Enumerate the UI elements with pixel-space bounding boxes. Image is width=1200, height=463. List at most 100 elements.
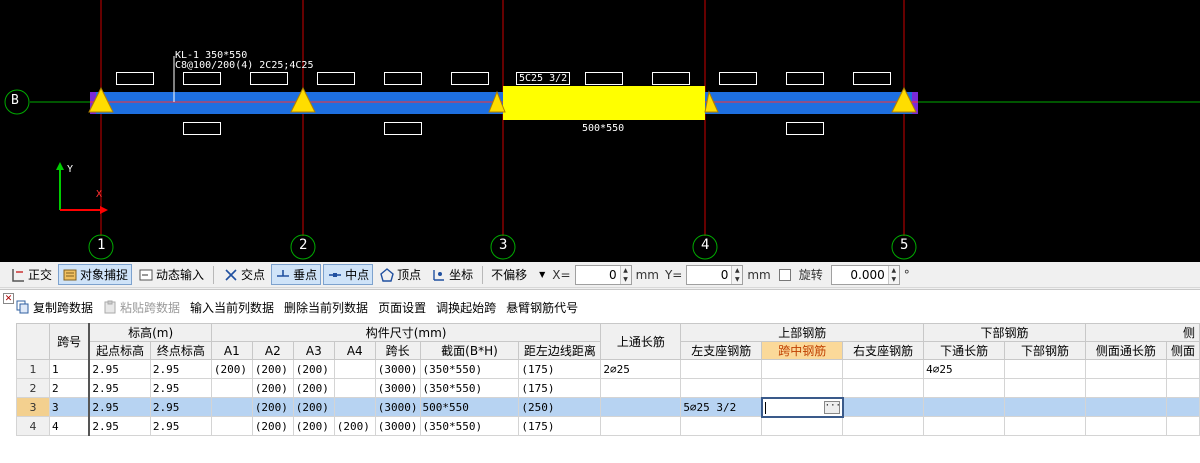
cell-right-support[interactable] bbox=[842, 397, 925, 417]
cell-left-support[interactable]: 5⌀25 3/2 bbox=[680, 397, 763, 417]
input-current-col-button[interactable]: 输入当前列数据 bbox=[190, 299, 274, 316]
col-header-span-length[interactable]: 跨长 bbox=[374, 341, 421, 360]
cell-dist-left[interactable]: (175) bbox=[518, 378, 602, 398]
rebar-box-top[interactable] bbox=[384, 72, 422, 85]
cell-left-support[interactable] bbox=[680, 416, 763, 436]
rotate-input[interactable] bbox=[831, 265, 888, 284]
cell-mid-span[interactable] bbox=[761, 416, 844, 436]
cell-top-through[interactable] bbox=[600, 416, 682, 436]
col-header-bottom-bar[interactable]: 下部钢筋 bbox=[1004, 341, 1086, 360]
cell-a1[interactable] bbox=[210, 378, 253, 398]
row-index[interactable]: 2 bbox=[16, 378, 50, 398]
col-header-top-through[interactable]: 上通长筋 bbox=[600, 323, 682, 360]
cell-dist-left[interactable]: (175) bbox=[518, 359, 602, 379]
cell-dist-left[interactable]: (175) bbox=[518, 416, 602, 436]
col-header-mid-span[interactable]: 跨中钢筋 bbox=[761, 341, 844, 360]
vertex-snap-button[interactable]: 顶点 bbox=[375, 264, 425, 285]
rebar-box-bottom[interactable] bbox=[183, 122, 221, 135]
cell-span[interactable]: 4 bbox=[48, 416, 90, 436]
cell-top-through[interactable]: 2⌀25 bbox=[600, 359, 682, 379]
cell-start-elev[interactable]: 2.95 bbox=[88, 397, 151, 417]
col-header-bottom-through[interactable]: 下通长筋 bbox=[923, 341, 1006, 360]
cell-a3[interactable]: (200) bbox=[292, 378, 335, 398]
col-header-section[interactable]: 截面(B*H) bbox=[419, 341, 520, 360]
rebar-box-bottom[interactable] bbox=[384, 122, 422, 135]
cell-end-elev[interactable]: 2.95 bbox=[149, 397, 212, 417]
swap-start-span-button[interactable]: 调换起始跨 bbox=[436, 299, 496, 316]
table-row[interactable]: 4 4 2.95 2.95 (200) (200) (200) (3000) (… bbox=[16, 416, 1200, 436]
rebar-box-top[interactable] bbox=[585, 72, 623, 85]
y-offset-input[interactable] bbox=[687, 265, 732, 284]
cell-top-through[interactable] bbox=[600, 397, 682, 417]
cell-start-elev[interactable]: 2.95 bbox=[88, 378, 151, 398]
cell-bottom-through[interactable] bbox=[923, 397, 1006, 417]
row-index[interactable]: 3 bbox=[16, 397, 50, 417]
x-offset-spinner[interactable]: ▲▼ bbox=[574, 264, 632, 285]
cell-section[interactable]: 500*550 bbox=[419, 397, 520, 417]
col-header-right-support[interactable]: 右支座钢筋 bbox=[842, 341, 925, 360]
rebar-box-top[interactable] bbox=[719, 72, 757, 85]
cell-span[interactable]: 1 bbox=[48, 359, 90, 379]
cell-a4[interactable] bbox=[333, 378, 376, 398]
cell-a1[interactable]: (200) bbox=[210, 359, 253, 379]
col-header-left-support[interactable]: 左支座钢筋 bbox=[680, 341, 763, 360]
cell-section[interactable]: (350*550) bbox=[419, 378, 520, 398]
page-setup-button[interactable]: 页面设置 bbox=[378, 299, 426, 316]
cell-end-elev[interactable]: 2.95 bbox=[149, 359, 212, 379]
cell-right-support[interactable] bbox=[842, 378, 925, 398]
cell-side-more[interactable] bbox=[1165, 378, 1200, 398]
rebar-box-bottom[interactable] bbox=[786, 122, 824, 135]
ortho-button[interactable]: 正交 bbox=[6, 264, 56, 285]
col-header-side-through[interactable]: 侧面通长筋 bbox=[1084, 341, 1167, 360]
col-header-end-elev[interactable]: 终点标高 bbox=[149, 341, 212, 360]
cell-mid-span[interactable] bbox=[761, 378, 844, 398]
rebar-box-span-label[interactable]: 5C25 3/2 bbox=[516, 72, 571, 85]
cell-a1[interactable] bbox=[210, 397, 253, 417]
col-header-start-elev[interactable]: 起点标高 bbox=[88, 341, 151, 360]
cell-side-through[interactable] bbox=[1084, 397, 1167, 417]
cell-bottom-bar[interactable] bbox=[1004, 397, 1086, 417]
cell-end-elev[interactable]: 2.95 bbox=[149, 416, 212, 436]
cell-section[interactable]: (350*550) bbox=[419, 359, 520, 379]
cell-a4[interactable]: (200) bbox=[333, 416, 376, 436]
cell-mid-span-editor[interactable]: ··· bbox=[760, 396, 844, 418]
cell-a3[interactable]: (200) bbox=[292, 397, 335, 417]
rebar-box-top[interactable] bbox=[786, 72, 824, 85]
cell-side-more[interactable] bbox=[1165, 397, 1200, 417]
spinner-arrows-icon[interactable]: ▲ ▼ bbox=[731, 265, 743, 284]
cell-bottom-through[interactable]: 4⌀25 bbox=[923, 359, 1006, 379]
rebar-box-top[interactable] bbox=[451, 72, 489, 85]
cell-span[interactable]: 3 bbox=[48, 397, 90, 417]
cell-bottom-bar[interactable] bbox=[1004, 359, 1086, 379]
rotate-spinner[interactable]: ▲▼ bbox=[830, 264, 900, 285]
cell-side-more[interactable] bbox=[1165, 416, 1200, 436]
cell-bottom-through[interactable] bbox=[923, 416, 1006, 436]
cell-left-support[interactable] bbox=[680, 378, 763, 398]
rebar-box-top[interactable] bbox=[183, 72, 221, 85]
cell-span-length[interactable]: (3000) bbox=[374, 378, 421, 398]
row-index[interactable]: 1 bbox=[16, 359, 50, 379]
cell-a3[interactable]: (200) bbox=[292, 359, 335, 379]
x-offset-input[interactable] bbox=[575, 265, 620, 284]
cell-side-through[interactable] bbox=[1084, 416, 1167, 436]
coordinate-snap-button[interactable]: 坐标 bbox=[427, 264, 477, 285]
cell-a4[interactable] bbox=[333, 397, 376, 417]
cell-side-more[interactable] bbox=[1165, 359, 1200, 379]
cell-bottom-bar[interactable] bbox=[1004, 416, 1086, 436]
perpendicular-snap-button[interactable]: 垂点 bbox=[271, 264, 322, 285]
cell-span-length[interactable]: (3000) bbox=[374, 416, 421, 436]
cell-end-elev[interactable]: 2.95 bbox=[149, 378, 212, 398]
cell-dist-left[interactable]: (250) bbox=[518, 397, 602, 417]
rotate-checkbox[interactable] bbox=[778, 268, 791, 281]
cell-mid-span[interactable] bbox=[761, 359, 844, 379]
cell-side-through[interactable] bbox=[1084, 378, 1167, 398]
cell-section[interactable]: (350*550) bbox=[419, 416, 520, 436]
drawing-canvas[interactable]: B 1 2 3 4 5 Y X KL-1 350*550 C8@100/200(… bbox=[0, 0, 1200, 262]
rebar-box-top[interactable] bbox=[116, 72, 154, 85]
offset-mode-select[interactable]: 不偏移 ▼ bbox=[488, 265, 548, 285]
cell-a4[interactable] bbox=[333, 359, 376, 379]
table-row[interactable]: 1 1 2.95 2.95 (200) (200) (200) (3000) (… bbox=[16, 359, 1200, 379]
cell-span-length[interactable]: (3000) bbox=[374, 397, 421, 417]
rebar-box-top[interactable] bbox=[317, 72, 355, 85]
cell-bottom-bar[interactable] bbox=[1004, 378, 1086, 398]
